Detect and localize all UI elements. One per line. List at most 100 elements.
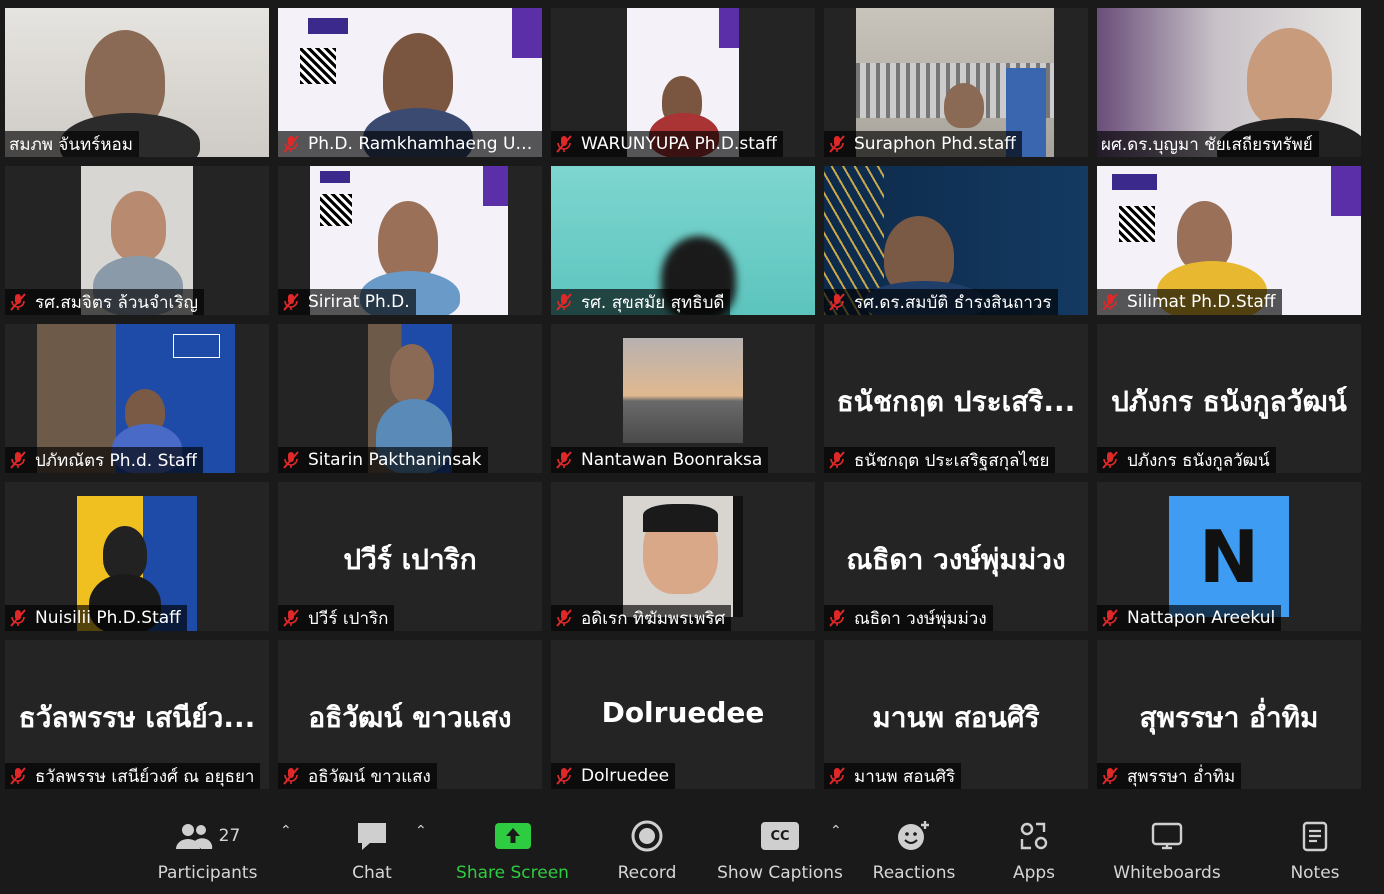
participants-options-caret-icon[interactable]: ⌃ <box>280 823 292 839</box>
avatar: N <box>1169 496 1289 617</box>
participant-name: อธิวัฒน์ ขาวแสง <box>308 766 431 787</box>
participant-name-tag: Sitarin Pakthaninsak <box>278 447 488 473</box>
participant-name: สมภพ จันทร์หอม <box>9 134 133 155</box>
participant-name-tag: มานพ สอนศิริ <box>824 763 962 789</box>
notes-button[interactable]: Notes <box>1280 793 1350 894</box>
show-captions-button[interactable]: CC Show Captions <box>715 793 845 894</box>
participant-display-name: อธิวัฒน์ ขาวแสง <box>308 701 512 734</box>
chat-label: Chat <box>352 863 392 883</box>
record-button[interactable]: Record <box>605 793 689 894</box>
participant-name: ปภังกร ธนังกูลวัฒน์ <box>1127 450 1270 471</box>
participant-name: Nantawan Boonraksa <box>581 450 763 470</box>
notes-label: Notes <box>1290 863 1340 883</box>
avatar-letter: N <box>1198 514 1260 599</box>
participant-name-tag: Nantawan Boonraksa <box>551 447 769 473</box>
reactions-label: Reactions <box>872 863 956 883</box>
participant-tile[interactable]: อธิวัฒน์ ขาวแสง อธิวัฒน์ ขาวแสง <box>278 640 542 789</box>
participant-tile[interactable]: มานพ สอนศิริ มานพ สอนศิริ <box>824 640 1088 789</box>
participant-name: Sirirat Ph.D. <box>308 292 410 312</box>
muted-mic-icon <box>10 451 26 469</box>
participant-tile[interactable]: รศ.สมจิตร ล้วนจำเริญ <box>5 166 269 315</box>
participant-name-tag: ปภังกร ธนังกูลวัฒน์ <box>1097 447 1276 473</box>
participant-name-tag: Dolruedee <box>551 763 676 789</box>
participant-name: รศ. สุขสมัย สุทธิบดี <box>581 292 725 313</box>
participant-name-tag: อธิวัฒน์ ขาวแสง <box>278 763 437 789</box>
participant-tile[interactable]: ธวัลพรรษ เสนีย์ว... ธวัลพรรษ เสนีย์วงศ์ … <box>5 640 269 789</box>
participant-name-tag: Sirirat Ph.D. <box>278 289 416 315</box>
participant-tile[interactable]: ปภังกร ธนังกูลวัฒน์ ปภังกร ธนังกูลวัฒน์ <box>1097 324 1361 473</box>
captions-icon-text: CC <box>770 828 790 844</box>
chat-button[interactable]: Chat <box>330 793 414 894</box>
participants-count: 27 <box>218 826 241 846</box>
participant-tile[interactable]: Suraphon Phd.staff <box>824 8 1088 157</box>
muted-mic-icon <box>556 135 572 153</box>
participant-tile[interactable]: ธนัชกฤต ประเสริ... ธนัชกฤต ประเสริฐสกุลไ… <box>824 324 1088 473</box>
captions-options-caret-icon[interactable]: ⌃ <box>830 823 842 839</box>
participant-video <box>623 338 743 443</box>
captions-icon: CC <box>761 822 799 850</box>
share-screen-button[interactable]: Share Screen <box>455 793 570 894</box>
participant-tile[interactable]: Sirirat Ph.D. <box>278 166 542 315</box>
muted-mic-icon <box>556 609 572 627</box>
participant-tile[interactable]: Nantawan Boonraksa <box>551 324 815 473</box>
participant-tile[interactable]: WARUNYUPA Ph.D.staff <box>551 8 815 157</box>
reactions-button[interactable]: Reactions <box>868 793 960 894</box>
participant-name-tag: Nattapon Areekul <box>1097 605 1282 631</box>
participant-tile[interactable]: สมภพ จันทร์หอม <box>5 8 269 157</box>
muted-mic-icon <box>829 451 845 469</box>
participant-name-tag: ปภัทณัตร Ph.d. Staff <box>5 447 204 473</box>
participant-name: ธวัลพรรษ เสนีย์วงศ์ ณ อยุธยา <box>35 766 255 787</box>
participant-name: WARUNYUPA Ph.D.staff <box>581 134 778 154</box>
participants-button[interactable]: 27 Participants <box>150 793 265 894</box>
participant-tile[interactable]: ณธิดา วงษ์พุ่มม่วง ณธิดา วงษ์พุ่มม่วง <box>824 482 1088 631</box>
participant-name: Nuisilii Ph.D.Staff <box>35 608 181 628</box>
whiteboard-icon <box>1151 822 1183 850</box>
participant-name: Dolruedee <box>581 766 670 786</box>
participant-name: รศ.สมจิตร ล้วนจำเริญ <box>35 292 198 313</box>
participant-tile[interactable]: Ph.D. Ramkhamhaeng Un... <box>278 8 542 157</box>
participant-name: มานพ สอนศิริ <box>854 766 956 787</box>
video-gallery: สมภพ จันทร์หอม Ph.D. Ramkhamhaeng Un... … <box>5 8 1365 793</box>
participant-tile[interactable]: สุพรรษา อ่ำทิม สุพรรษา อ่ำทิม <box>1097 640 1361 789</box>
muted-mic-icon <box>283 135 299 153</box>
participant-display-name: ปภังกร ธนังกูลวัฒน์ <box>1111 385 1347 418</box>
participant-name: อดิเรก ทิฆัมพรเพริศ <box>581 608 726 629</box>
whiteboards-button[interactable]: Whiteboards <box>1108 793 1226 894</box>
participant-display-name: ธวัลพรรษ เสนีย์ว... <box>18 701 256 734</box>
participant-tile[interactable]: ปภัทณัตร Ph.d. Staff <box>5 324 269 473</box>
muted-mic-icon <box>10 767 26 785</box>
participant-name-tag: รศ.สมจิตร ล้วนจำเริญ <box>5 289 204 315</box>
muted-mic-icon <box>556 451 572 469</box>
participant-tile[interactable]: Nuisilii Ph.D.Staff <box>5 482 269 631</box>
participant-name-tag: รศ.ดร.สมบัติ ธำรงสินถาวร <box>824 289 1058 315</box>
share-screen-label: Share Screen <box>456 863 569 883</box>
apps-button[interactable]: Apps <box>995 793 1073 894</box>
record-label: Record <box>617 863 677 883</box>
muted-mic-icon <box>10 293 26 311</box>
participant-tile[interactable]: N Nattapon Areekul <box>1097 482 1361 631</box>
participant-display-name: Dolruedee <box>601 696 765 729</box>
participant-name: ธนัชกฤต ประเสริฐสกุลไชย <box>854 450 1050 471</box>
participant-tile[interactable]: รศ. สุขสมัย สุทธิบดี <box>551 166 815 315</box>
participant-name-tag: อดิเรก ทิฆัมพรเพริศ <box>551 605 732 631</box>
participant-tile[interactable]: Dolruedee Dolruedee <box>551 640 815 789</box>
muted-mic-icon <box>1102 609 1118 627</box>
chat-icon <box>358 823 386 850</box>
participant-tile[interactable]: Silimat Ph.D.Staff <box>1097 166 1361 315</box>
muted-mic-icon <box>283 767 299 785</box>
muted-mic-icon <box>556 767 572 785</box>
chat-options-caret-icon[interactable]: ⌃ <box>415 823 427 839</box>
muted-mic-icon <box>10 609 26 627</box>
muted-mic-icon <box>829 767 845 785</box>
participant-display-name: มานพ สอนศิริ <box>872 701 1040 734</box>
participant-name-tag: ณธิดา วงษ์พุ่มม่วง <box>824 605 993 631</box>
participant-tile[interactable]: ปวีร์ เปาริก ปวีร์ เปาริก <box>278 482 542 631</box>
participant-tile[interactable]: รศ.ดร.สมบัติ ธำรงสินถาวร <box>824 166 1088 315</box>
muted-mic-icon <box>1102 451 1118 469</box>
participant-tile[interactable]: อดิเรก ทิฆัมพรเพริศ <box>551 482 815 631</box>
participant-tile[interactable]: Sitarin Pakthaninsak <box>278 324 542 473</box>
notes-icon <box>1302 821 1328 852</box>
participant-name: Nattapon Areekul <box>1127 608 1276 628</box>
meeting-toolbar: 27 Participants ⌃ Chat ⌃ Share Screen Re… <box>0 793 1384 894</box>
participant-tile[interactable]: ผศ.ดร.บุญมา ชัยเสถียรทรัพย์ <box>1097 8 1361 157</box>
